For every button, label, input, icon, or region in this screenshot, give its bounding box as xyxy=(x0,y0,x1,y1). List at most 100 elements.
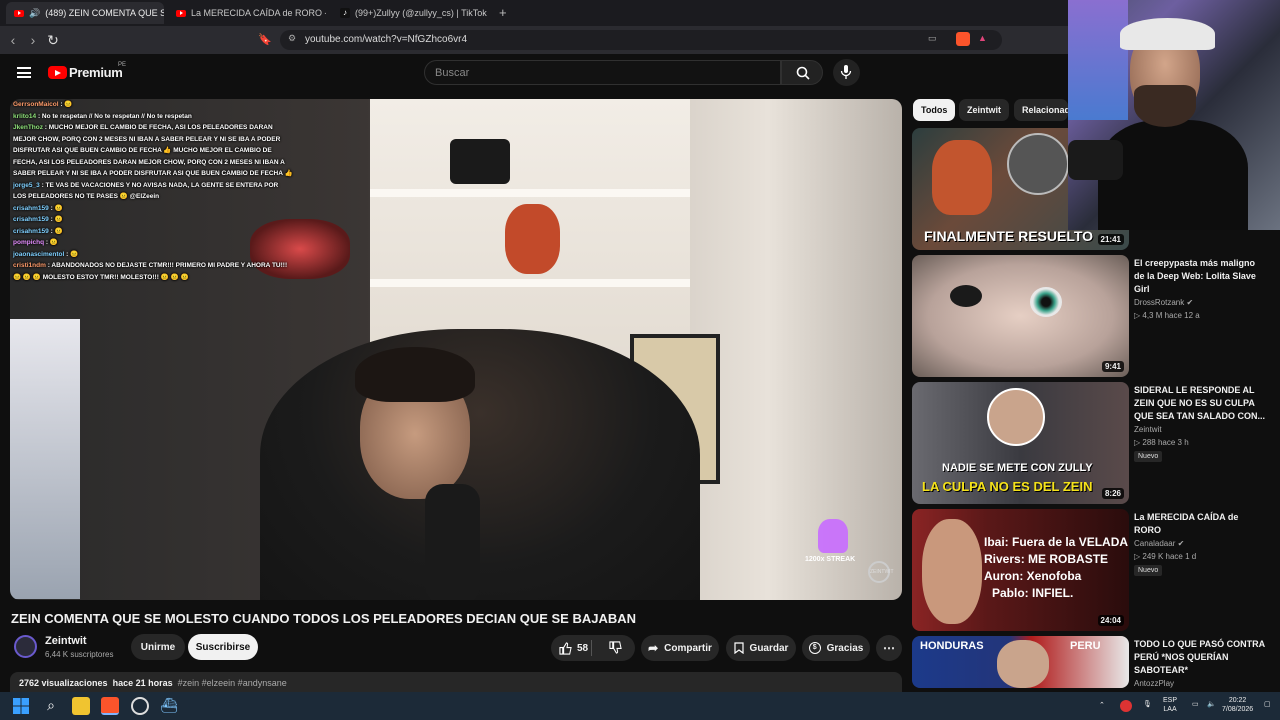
clock[interactable]: 20:22 7/08/2026 xyxy=(1222,696,1253,714)
chat-line: crisahm159 : 😐 xyxy=(13,214,293,226)
menu-icon[interactable] xyxy=(17,67,31,78)
recommendation-channel[interactable]: Canaladaar ✔ xyxy=(1134,539,1184,548)
thumbnail-text: Pablo: INFIEL. xyxy=(992,586,1073,600)
forward-icon[interactable]: › xyxy=(24,31,42,49)
tab-roro-video[interactable]: La MERECIDA CAÍDA de RORO - YouT xyxy=(168,2,326,24)
chat-line: JkenThoz : MUCHO MEJOR EL CAMBIO DE FECH… xyxy=(13,122,293,180)
share-button[interactable]: ➦ Compartir xyxy=(641,635,719,661)
brave-rewards-icon[interactable]: ▲ xyxy=(978,33,987,43)
recommendation-channel[interactable]: DrossRotzank ✔ xyxy=(1134,298,1193,307)
chat-message: : TE VAS DE VACACIONES Y NO AVISAS NADA,… xyxy=(13,181,279,201)
taskbar-search-icon[interactable]: ⌕ xyxy=(42,697,60,715)
recommendation-item[interactable]: 9:41 El creepypasta más maligno de la De… xyxy=(912,255,1272,377)
video-scene-streamer-hair xyxy=(355,347,475,402)
video-scene-microphone xyxy=(425,484,480,600)
chat-message: : 😐 xyxy=(50,227,63,235)
chat-user: joaonascimentol xyxy=(13,250,65,258)
language-indicator[interactable]: ESP LAA xyxy=(1163,696,1177,714)
tab-tiktok[interactable]: ♪ (99+)Zullyy (@zullyy_cs) | TikTok xyxy=(332,2,490,24)
thanks-button[interactable]: $ Gracias xyxy=(802,635,870,661)
recommendation-title[interactable]: El creepypasta más maligno de la Deep We… xyxy=(1134,257,1266,296)
recommendation-thumbnail[interactable]: NADIE SE METE CON ZULLY LA CULPA NO ES D… xyxy=(912,382,1129,504)
notifications-icon[interactable]: ▢ xyxy=(1264,700,1271,709)
site-info-icon[interactable]: ⚙ xyxy=(288,33,296,44)
channel-watermark[interactable]: ZEINTWIT xyxy=(868,561,894,583)
subscribe-button[interactable]: Suscribirse xyxy=(188,634,258,660)
recommendation-thumbnail[interactable]: HONDURAS PERU xyxy=(912,636,1129,688)
chat-message: : 😐 xyxy=(50,204,63,212)
url-field[interactable]: ⚙ youtube.com/watch?v=NfGZhco6vr4 ▭ ▲ xyxy=(280,30,1002,50)
tray-mic-icon[interactable]: 🎙 xyxy=(1143,700,1152,709)
chat-user: cristi1ndm xyxy=(13,262,46,269)
recommendation-channel[interactable]: Zeintwit xyxy=(1134,425,1162,434)
voice-search-button[interactable] xyxy=(833,59,860,86)
channel-name[interactable]: Zeintwit xyxy=(45,635,87,647)
recommendation-item[interactable]: HONDURAS PERU TODO LO QUE PASÓ CONTRA PE… xyxy=(912,636,1272,688)
obs-icon[interactable] xyxy=(131,697,149,715)
new-tab-button[interactable]: + xyxy=(499,5,507,20)
join-button[interactable]: Unirme xyxy=(131,634,185,660)
network-icon[interactable]: ▭ xyxy=(1192,700,1199,709)
recommendation-thumbnail[interactable]: Ibai: Fuera de la VELADA Rivers: ME ROBA… xyxy=(912,509,1129,631)
recommendation-channel[interactable]: AntozzPlay xyxy=(1134,679,1174,688)
search-button[interactable] xyxy=(781,60,823,85)
reload-icon[interactable]: ↻ xyxy=(44,31,62,49)
thumbnail-figure xyxy=(987,388,1045,446)
search-input[interactable]: Buscar xyxy=(424,60,781,85)
thumbnail-line: Ibai: Fuera de la VELADA xyxy=(984,535,1129,549)
like-button[interactable]: 58 xyxy=(559,641,588,655)
back-icon[interactable]: ‹ xyxy=(4,31,22,49)
file-explorer-icon[interactable] xyxy=(72,697,90,715)
youtube-logo-icon[interactable] xyxy=(48,66,67,79)
cast-icon[interactable]: ▭ xyxy=(928,33,937,44)
like-divider xyxy=(591,640,592,656)
webcam-person-cap xyxy=(1120,18,1215,50)
chip-todos[interactable]: Todos xyxy=(913,99,956,121)
recommendation-title[interactable]: La MERECIDA CAÍDA de RORO xyxy=(1134,511,1266,537)
recommendation-thumbnail[interactable]: 9:41 xyxy=(912,255,1129,377)
like-dislike-group: 58 xyxy=(551,635,635,661)
brave-shields-icon[interactable] xyxy=(956,32,970,46)
chip-zeintwit[interactable]: Zeintwit xyxy=(959,99,1009,121)
chat-line: krlito14 : No te respetan // No te respe… xyxy=(13,111,293,123)
tab-label: (489) ZEIN COMENTA QUE SE MO xyxy=(45,8,164,18)
chat-user: crisahm159 xyxy=(13,216,49,223)
thumbnail-figure xyxy=(922,519,982,624)
streak-hand-icon xyxy=(818,519,848,553)
more-icon: ⋯ xyxy=(883,641,895,655)
thumbnail-figure xyxy=(997,640,1049,688)
recommendation-title[interactable]: SIDERAL LE RESPONDE AL ZEIN QUE NO ES SU… xyxy=(1134,384,1266,423)
thumbnail-doll-eye xyxy=(950,285,982,307)
save-button[interactable]: Guardar xyxy=(726,635,796,661)
video-duration: 24:04 xyxy=(1097,615,1124,626)
video-player[interactable]: GerrsonMaicol : 😐 krlito14 : No te respe… xyxy=(10,99,902,600)
windows-taskbar: ⌕ ⛴ ⌃ 🎙 ESP LAA ▭ 🔈 20:22 7/08/2026 ▢ xyxy=(0,692,1280,720)
recommendation-meta: ▷ 4,3 M hace 12 a xyxy=(1134,311,1200,320)
tab-zein-video[interactable]: 🔊 (489) ZEIN COMENTA QUE SE MO ✕ xyxy=(6,2,164,24)
windows-start-icon[interactable] xyxy=(12,697,30,715)
description-box[interactable]: 2762 visualizaciones hace 21 horas #zein… xyxy=(10,672,902,692)
hashtags[interactable]: #zein #elzeein #andynsane xyxy=(178,678,287,688)
brave-browser-icon[interactable] xyxy=(101,697,119,715)
chat-line: crisahm159 : 😐 xyxy=(13,226,293,238)
bookmark-icon[interactable]: 🔖 xyxy=(256,31,274,49)
tray-chevron-icon[interactable]: ⌃ xyxy=(1099,701,1105,710)
steam-icon[interactable]: ⛴ xyxy=(160,697,178,715)
chat-message: : No te respetan // No te respetan // No… xyxy=(37,112,192,120)
search-placeholder: Buscar xyxy=(435,67,470,79)
chat-user: jorge5_3 xyxy=(13,181,40,189)
save-label: Guardar xyxy=(749,642,789,654)
chip-relacionados[interactable]: Relacionados xyxy=(1014,99,1068,121)
recommendation-meta: ▷ 249 K hace 1 d xyxy=(1134,552,1197,561)
recommendation-item[interactable]: Ibai: Fuera de la VELADA Rivers: ME ROBA… xyxy=(912,509,1272,631)
recommendation-item[interactable]: NADIE SE METE CON ZULLY LA CULPA NO ES D… xyxy=(912,382,1272,504)
chat-message: : 😐 xyxy=(45,239,58,246)
channel-avatar[interactable] xyxy=(14,635,37,658)
volume-icon[interactable]: 🔈 xyxy=(1207,700,1216,709)
dislike-button[interactable] xyxy=(609,641,622,657)
more-actions-button[interactable]: ⋯ xyxy=(876,635,902,661)
tray-app-icon[interactable] xyxy=(1120,700,1132,712)
video-duration: 21:41 xyxy=(1097,234,1124,245)
recommendation-title[interactable]: TODO LO QUE PASÓ CONTRA PERÚ *NOS QUERÍA… xyxy=(1134,638,1266,677)
youtube-premium-logo[interactable]: Premium xyxy=(69,65,123,80)
